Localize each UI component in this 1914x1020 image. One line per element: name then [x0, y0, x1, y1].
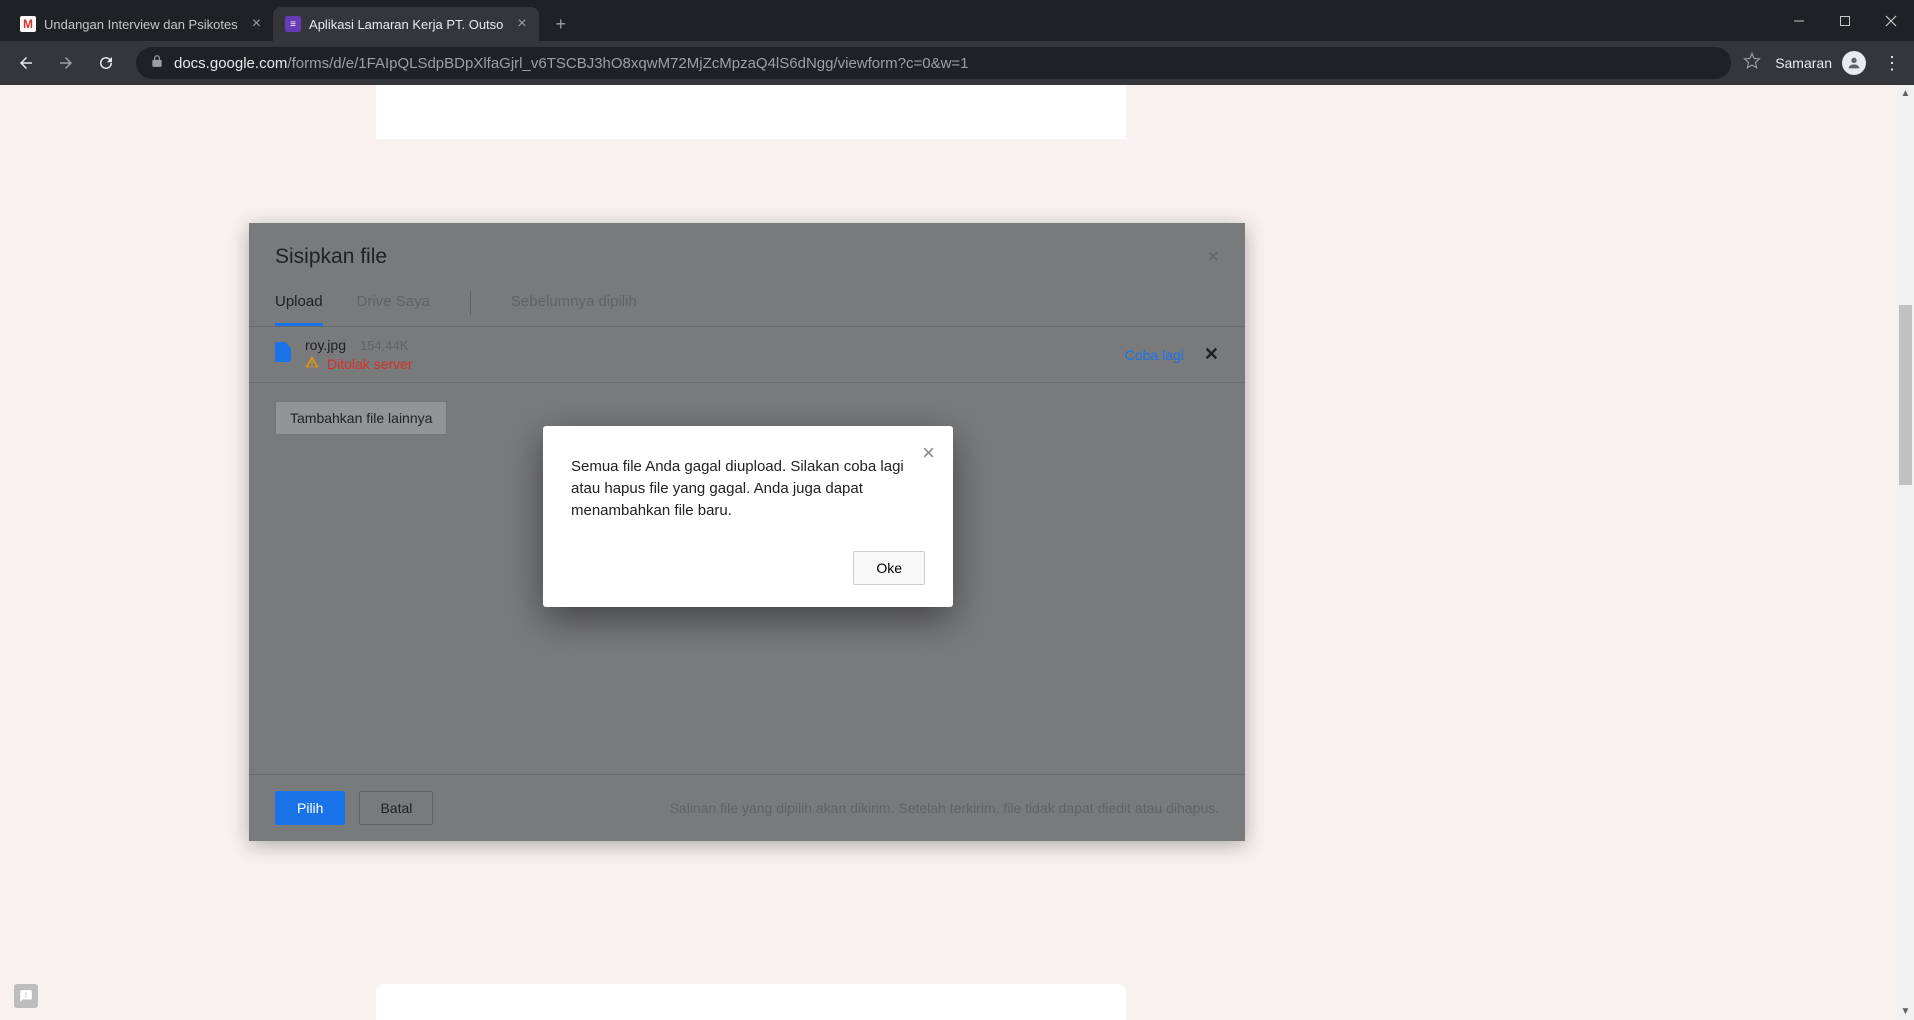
scrollbar-thumb[interactable] — [1899, 305, 1912, 485]
file-error: Ditolak server — [305, 355, 413, 372]
form-card-fragment — [376, 984, 1126, 1020]
url-field[interactable]: docs.google.com/forms/d/e/1FAIpQLSdpBDpX… — [136, 47, 1731, 79]
kebab-menu-icon[interactable]: ⋮ — [1878, 53, 1906, 74]
close-icon[interactable]: × — [252, 15, 261, 33]
add-more-files-button[interactable]: Tambahkan file lainnya — [275, 401, 447, 435]
file-row: roy.jpg 154.44K Ditolak server Coba lagi… — [249, 327, 1245, 383]
scroll-up-icon[interactable]: ▲ — [1897, 85, 1914, 102]
tab-forms[interactable]: ≡ Aplikasi Lamaran Kerja PT. Outso × — [273, 7, 539, 41]
window-controls — [1776, 0, 1914, 41]
reload-button[interactable] — [88, 45, 124, 81]
tab-title: Aplikasi Lamaran Kerja PT. Outso — [309, 17, 503, 32]
select-button[interactable]: Pilih — [275, 791, 345, 825]
tab-upload[interactable]: Upload — [275, 279, 323, 326]
picker-footer: Pilih Batal Salinan file yang dipilih ak… — [249, 774, 1245, 841]
alert-message: Semua file Anda gagal diupload. Silakan … — [571, 456, 925, 521]
file-size: 154.44K — [360, 338, 408, 353]
page-content: Sisipkan file × Upload Drive Saya Sebelu… — [0, 85, 1914, 1020]
back-button[interactable] — [8, 45, 44, 81]
scrollbar[interactable]: ▲ ▼ — [1897, 85, 1914, 1020]
tab-gmail[interactable]: M Undangan Interview dan Psikotes × — [8, 7, 273, 41]
form-card-fragment — [376, 85, 1126, 139]
picker-tabs: Upload Drive Saya Sebelumnya dipilih — [249, 279, 1245, 327]
lock-icon — [150, 54, 164, 72]
profile-name[interactable]: Samaran — [1775, 55, 1832, 71]
tab-title: Undangan Interview dan Psikotes — [44, 17, 238, 32]
forms-icon: ≡ — [285, 16, 301, 32]
tab-my-drive[interactable]: Drive Saya — [357, 279, 430, 326]
cancel-button[interactable]: Batal — [359, 791, 433, 825]
file-name: roy.jpg — [305, 337, 346, 353]
close-icon[interactable]: × — [1207, 246, 1219, 269]
gmail-icon: M — [20, 16, 36, 32]
browser-chrome: M Undangan Interview dan Psikotes × ≡ Ap… — [0, 0, 1914, 85]
url-text: docs.google.com/forms/d/e/1FAIpQLSdpBDpX… — [174, 55, 969, 72]
file-error-text: Ditolak server — [327, 356, 413, 372]
picker-title: Sisipkan file — [275, 245, 387, 269]
tab-previously-selected[interactable]: Sebelumnya dipilih — [511, 279, 637, 326]
bookmark-star-icon[interactable] — [1743, 52, 1761, 75]
tab-bar: M Undangan Interview dan Psikotes × ≡ Ap… — [0, 0, 1914, 41]
scroll-down-icon[interactable]: ▼ — [1897, 1003, 1914, 1020]
file-icon — [275, 342, 291, 367]
remove-file-button[interactable]: ✕ — [1204, 344, 1219, 365]
new-tab-button[interactable]: + — [547, 10, 575, 38]
close-icon[interactable]: × — [922, 440, 935, 466]
divider — [470, 291, 471, 315]
address-bar: docs.google.com/forms/d/e/1FAIpQLSdpBDpX… — [0, 41, 1914, 85]
maximize-button[interactable] — [1822, 0, 1868, 41]
forward-button[interactable] — [48, 45, 84, 81]
avatar[interactable] — [1842, 51, 1866, 75]
feedback-button[interactable] — [14, 984, 38, 1008]
alert-dialog: × Semua file Anda gagal diupload. Silaka… — [543, 426, 953, 607]
minimize-button[interactable] — [1776, 0, 1822, 41]
retry-link[interactable]: Coba lagi — [1125, 347, 1184, 363]
footer-note: Salinan file yang dipilih akan dikirim. … — [670, 800, 1219, 816]
warning-icon — [305, 355, 319, 372]
close-icon[interactable]: × — [517, 15, 526, 33]
ok-button[interactable]: Oke — [853, 551, 925, 585]
window-close-button[interactable] — [1868, 0, 1914, 41]
